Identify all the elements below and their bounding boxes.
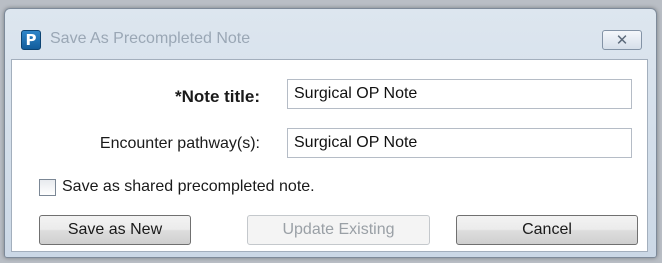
dialog-title: Save As Precompleted Note (50, 30, 251, 47)
save-as-new-button[interactable]: Save as New (39, 215, 191, 245)
save-precompleted-note-dialog: P Save As Precompleted Note ✕ *Note titl… (4, 8, 657, 258)
title-bar[interactable]: P Save As Precompleted Note ✕ (5, 9, 656, 50)
close-icon: ✕ (615, 31, 629, 49)
shared-note-checkbox-label[interactable]: Save as shared precompleted note. (62, 178, 315, 196)
update-existing-button[interactable]: Update Existing (247, 215, 430, 245)
dialog-body: *Note title: Encounter pathway(s): Save … (11, 59, 648, 252)
note-title-input[interactable] (287, 79, 632, 109)
shared-note-checkbox[interactable] (39, 178, 56, 196)
app-logo-icon: P (21, 30, 41, 50)
note-title-label: *Note title: (175, 87, 260, 106)
encounter-pathway-label: Encounter pathway(s): (99, 135, 260, 152)
shared-note-option[interactable]: Save as shared precompleted note. (39, 176, 315, 198)
encounter-pathway-input[interactable] (287, 128, 632, 158)
close-button[interactable]: ✕ (602, 30, 642, 50)
cancel-button[interactable]: Cancel (456, 215, 638, 245)
